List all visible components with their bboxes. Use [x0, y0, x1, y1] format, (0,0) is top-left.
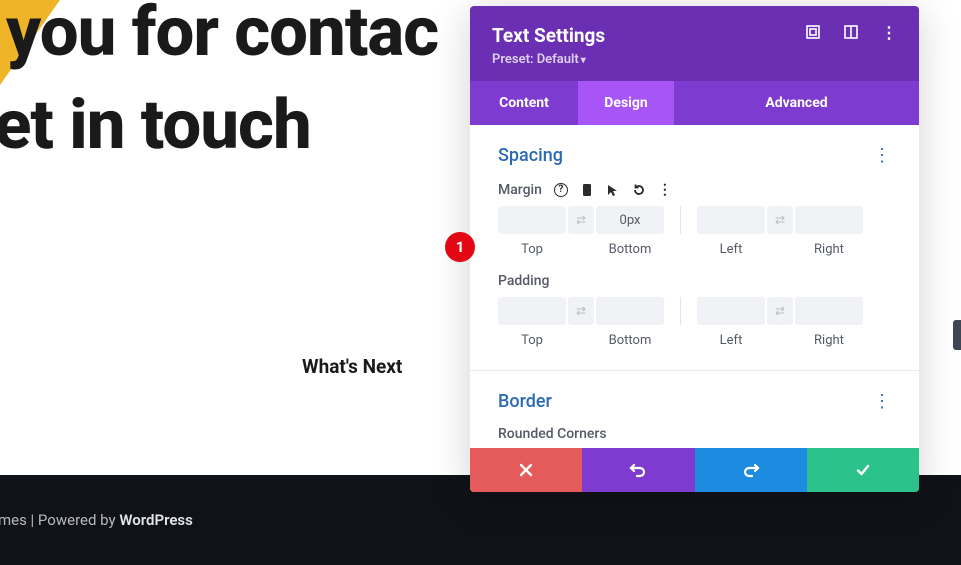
- field-kebab-icon[interactable]: ⋮: [658, 183, 672, 197]
- edge-handle[interactable]: [953, 320, 961, 350]
- divider: [680, 206, 681, 234]
- panel-body: Spacing ⋮ Margin ?: [470, 125, 919, 448]
- border-section: Border ⋮ Rounded Corners: [470, 371, 919, 448]
- redo-button[interactable]: [695, 448, 807, 492]
- padding-left-input[interactable]: [697, 297, 765, 325]
- padding-left-label: Left: [697, 333, 765, 348]
- rounded-corners-label: Rounded Corners: [498, 426, 891, 442]
- margin-bottom-label: Bottom: [596, 242, 664, 257]
- panel-header: Text Settings ⋮ Preset: Default▾: [470, 6, 919, 81]
- preset-value: Default: [537, 52, 579, 67]
- link-icon[interactable]: ⇄: [568, 297, 594, 325]
- tab-advanced[interactable]: Advanced: [674, 81, 919, 125]
- link-icon[interactable]: ⇄: [767, 206, 793, 234]
- hover-icon[interactable]: [606, 183, 620, 197]
- margin-left-label: Left: [697, 242, 765, 257]
- footer-themes: emes: [0, 511, 27, 529]
- footer-sep: |: [27, 511, 38, 529]
- padding-top-label: Top: [498, 333, 566, 348]
- chevron-down-icon: ▾: [581, 55, 586, 66]
- padding-right-label: Right: [795, 333, 863, 348]
- margin-left-input[interactable]: [697, 206, 765, 234]
- hero-text: Thank you for contac We'll get in touch: [0, 0, 438, 171]
- more-menu-icon[interactable]: ⋮: [881, 24, 897, 40]
- margin-right-input[interactable]: [795, 206, 863, 234]
- panel-tabs: Content Design Advanced: [470, 81, 919, 125]
- margin-right-label: Right: [795, 242, 863, 257]
- spacing-kebab-icon[interactable]: ⋮: [873, 147, 891, 165]
- footer-wordpress-link[interactable]: WordPress: [119, 511, 193, 529]
- text-settings-panel: Text Settings ⋮ Preset: Default▾ Content…: [470, 6, 919, 492]
- padding-bottom-label: Bottom: [596, 333, 664, 348]
- annotation-step-badge: 1: [445, 232, 475, 262]
- divider: [680, 297, 681, 325]
- expand-icon[interactable]: [805, 24, 821, 40]
- spacing-title[interactable]: Spacing: [498, 145, 563, 166]
- cancel-button[interactable]: [470, 448, 582, 492]
- tab-content[interactable]: Content: [470, 81, 578, 125]
- help-icon[interactable]: ?: [554, 183, 568, 197]
- hero-line-1: Thank you for contac: [0, 0, 438, 72]
- spacing-section: Spacing ⋮ Margin ?: [470, 125, 919, 371]
- confirm-button[interactable]: [807, 448, 919, 492]
- tab-design[interactable]: Design: [578, 81, 674, 125]
- panel-title: Text Settings: [492, 24, 605, 47]
- mobile-icon[interactable]: [580, 183, 594, 197]
- padding-top-input[interactable]: [498, 297, 566, 325]
- border-title[interactable]: Border: [498, 391, 552, 412]
- hero-line-2: We'll get in touch: [0, 84, 311, 165]
- margin-bottom-input[interactable]: 0px: [596, 206, 664, 234]
- reset-icon[interactable]: [632, 183, 646, 197]
- border-kebab-icon[interactable]: ⋮: [873, 393, 891, 411]
- padding-right-input[interactable]: [795, 297, 863, 325]
- panel-actions: [470, 448, 919, 492]
- margin-label: Margin: [498, 182, 542, 198]
- margin-top-label: Top: [498, 242, 566, 257]
- link-icon[interactable]: ⇄: [568, 206, 594, 234]
- padding-label: Padding: [498, 273, 549, 289]
- whats-next-heading: What's Next: [302, 355, 402, 378]
- responsive-view-icon[interactable]: [843, 24, 859, 40]
- undo-button[interactable]: [582, 448, 694, 492]
- preset-selector[interactable]: Preset: Default▾: [492, 52, 897, 81]
- footer-powered: Powered by: [38, 511, 119, 529]
- preset-prefix: Preset:: [492, 52, 537, 67]
- padding-bottom-input[interactable]: [596, 297, 664, 325]
- link-icon[interactable]: ⇄: [767, 297, 793, 325]
- margin-top-input[interactable]: [498, 206, 566, 234]
